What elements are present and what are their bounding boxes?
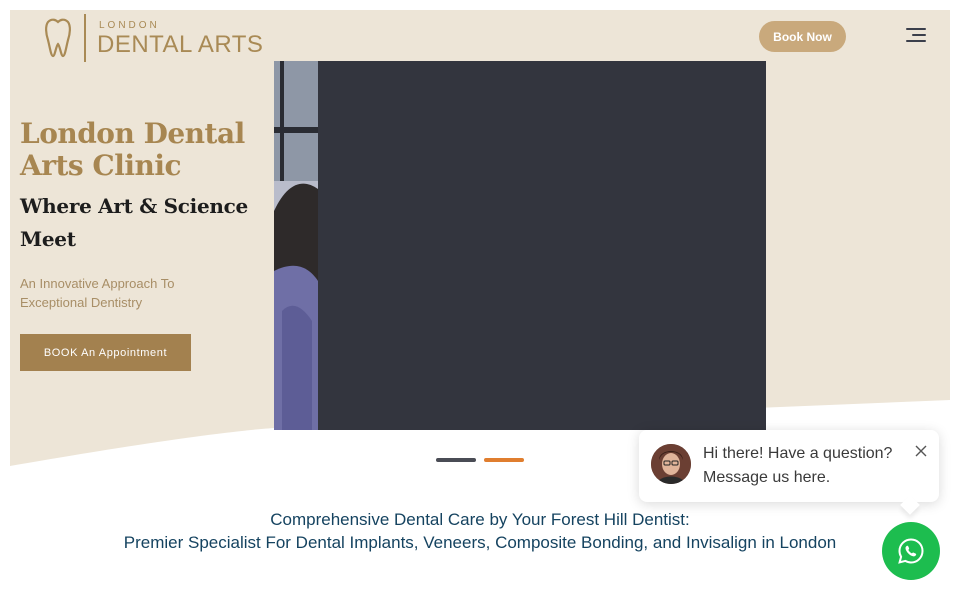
logo-text-big: DENTAL ARTS (97, 31, 264, 58)
site-header: LONDON DENTAL ARTS Book Now (10, 10, 950, 62)
intro-line-2: Premier Specialist For Dental Implants, … (123, 533, 837, 552)
slider-dots (436, 458, 526, 464)
site-logo[interactable]: LONDON DENTAL ARTS (44, 14, 274, 62)
slider-dot-1[interactable] (436, 458, 476, 462)
intro-headline: Comprehensive Dental Care by Your Forest… (0, 508, 960, 554)
chat-popup[interactable]: Hi there! Have a question? Message us he… (639, 430, 939, 515)
whatsapp-icon (898, 538, 924, 564)
logo-divider (84, 14, 86, 62)
intro-line-1: Comprehensive Dental Care by Your Forest… (270, 510, 690, 529)
chat-message: Hi there! Have a question? Message us he… (703, 442, 903, 490)
hero-section: LONDON DENTAL ARTS Book Now London Denta… (10, 10, 950, 480)
hero-photo-strip (274, 61, 318, 430)
logo-text-small: LONDON (99, 20, 160, 31)
book-now-button[interactable]: Book Now (759, 21, 846, 52)
book-appointment-button[interactable]: BOOK An Appointment (20, 334, 191, 371)
hamburger-menu-icon[interactable] (904, 27, 926, 45)
close-icon[interactable] (915, 445, 927, 457)
chat-message-line-2: Message us here. (703, 469, 831, 486)
hero-subtitle: Where Art & Science Meet (20, 194, 248, 251)
hero-title: London Dental Arts Clinic (20, 117, 245, 182)
hero-media (274, 61, 766, 430)
whatsapp-button[interactable] (882, 522, 940, 580)
chat-agent-avatar (651, 444, 691, 484)
hero-description: An Innovative Approach To Exceptional De… (20, 276, 175, 310)
chat-message-line-1: Hi there! Have a question? (703, 445, 893, 462)
hero-video[interactable] (318, 61, 766, 430)
slider-dot-2[interactable] (484, 458, 524, 462)
hero-text-block: London Dental Arts Clinic Where Art & Sc… (20, 118, 270, 371)
tooth-logo-icon (45, 18, 71, 58)
